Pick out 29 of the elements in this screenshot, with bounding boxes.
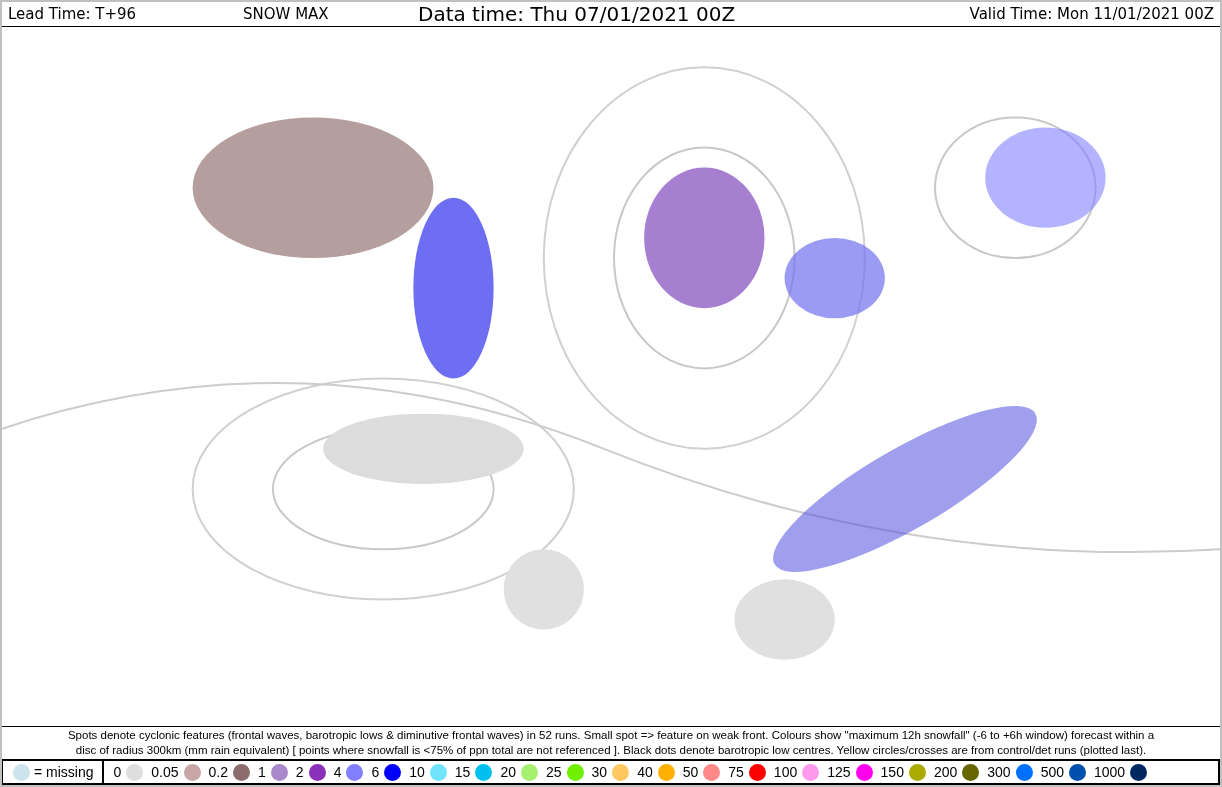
legend-label: 10	[409, 764, 425, 780]
legend-label: 20	[500, 764, 516, 780]
legend-label: 6	[371, 764, 380, 780]
legend-label: 300	[987, 764, 1011, 780]
caption-text: disc of radius 300km (mm rain equivalent) [ points where snowfall is <75% of ppn total are not referenced ]. Black dots denote barotropic low centres. Yellow circles/crosses are from control/det runs (plotted last).	[74, 743, 1148, 758]
legend-label: 100	[773, 764, 798, 780]
valid-time: Valid Time: Mon 11/01/2021 00Z	[969, 5, 1214, 23]
legend-label: = missing	[34, 764, 94, 780]
legend-label: 150	[880, 764, 904, 780]
legend-label: 200	[933, 764, 958, 780]
caption-text: Spots denote cyclonic features (frontal waves, barotropic lows & diminutive frontal waves) in 52 runs. Small spot => feature on weak front. Colours show "maximum 12h snowfall" (-6 to +6h window) forecast within a	[66, 728, 1156, 743]
legend-label: 0.05	[151, 764, 179, 780]
legend-label: 2	[295, 764, 304, 780]
data-time: Data time: Thu 07/01/2021 00Z	[418, 2, 737, 26]
legend-label: 0	[113, 764, 122, 780]
legend-label: 0.2	[208, 764, 229, 780]
legend-label: 75	[728, 764, 744, 780]
lead-time: Lead Time: T+96	[8, 5, 138, 23]
legend-label: 50	[682, 764, 699, 780]
legend-label: 1000	[1094, 764, 1126, 780]
product-title: SNOW MAX	[243, 5, 330, 23]
legend-label: 40	[637, 764, 653, 780]
legend-label: 4	[333, 764, 342, 780]
legend-label: 30	[591, 764, 608, 780]
legend-label: 500	[1040, 764, 1064, 780]
legend-label: 15	[454, 764, 471, 780]
legend-label: 1	[258, 764, 266, 780]
legend-label: 25	[545, 764, 562, 780]
legend-label: 125	[827, 764, 851, 780]
